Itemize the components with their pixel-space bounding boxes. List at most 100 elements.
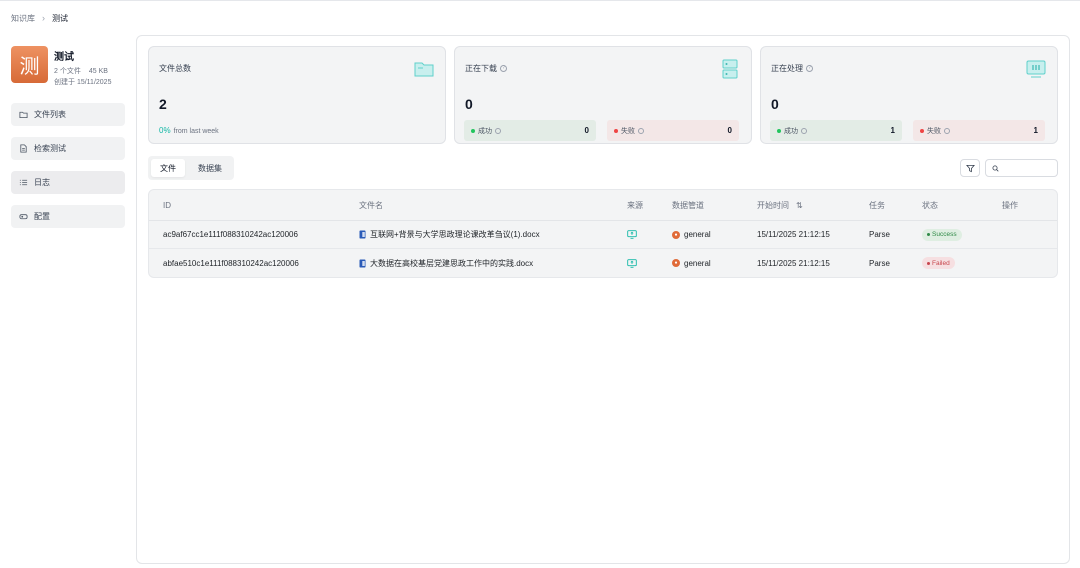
stat-title: 正在处理 xyxy=(771,64,803,73)
help-icon[interactable] xyxy=(495,127,501,134)
word-doc-icon xyxy=(359,230,366,239)
monitor-icon xyxy=(1026,60,1046,78)
success-count: 0 xyxy=(584,126,589,135)
sidebar-item-retrieval-test[interactable]: 检索测试 xyxy=(11,137,125,160)
sidebar-item-label: 日志 xyxy=(34,178,50,187)
top-divider xyxy=(0,0,1080,1)
help-icon[interactable]: ? xyxy=(806,65,813,72)
pipeline-icon: ● xyxy=(672,230,680,239)
success-count: 1 xyxy=(890,126,895,135)
sidebar-item-label: 检索测试 xyxy=(34,144,66,153)
tab-datasets[interactable]: 数据集 xyxy=(189,159,231,177)
row-file-name[interactable]: 互联网+背景与大学思政理论课改革刍议(1).docx xyxy=(359,229,627,240)
breadcrumb-knowledge-base[interactable]: 知识库 xyxy=(11,13,35,24)
help-icon[interactable]: ? xyxy=(500,65,507,72)
stat-card-processing: 正在处理? 0 成功 1 失败 1 xyxy=(760,46,1058,144)
sidebar-item-logs[interactable]: 日志 xyxy=(11,171,125,194)
row-start-time: 15/11/2025 21:12:15 xyxy=(757,230,830,239)
kb-created: 创建于 15/11/2025 xyxy=(54,79,112,86)
trend-text: from last week xyxy=(173,128,219,135)
row-id: abfae510c1e111f088310242ac120006 xyxy=(163,258,299,268)
sidebar-item-file-list[interactable]: 文件列表 xyxy=(11,103,125,126)
word-doc-icon xyxy=(359,259,366,267)
help-icon[interactable] xyxy=(801,127,807,134)
status-text: Failed xyxy=(932,259,950,267)
header-file-name: 文件名 xyxy=(359,200,383,210)
help-icon[interactable] xyxy=(944,127,950,134)
row-status: Success xyxy=(922,228,1002,241)
breadcrumb: 知识库 › 测试 xyxy=(11,12,68,24)
header-start-time[interactable]: 开始时间 ⇅ xyxy=(757,200,869,211)
header-source: 来源 xyxy=(627,200,643,210)
upload-monitor-icon xyxy=(627,258,637,268)
status-text: Success xyxy=(932,231,957,238)
sidebar: 测 测试 2 个文件 45 KB 创建于 15/11/2025 文件列表 检索测试… xyxy=(11,46,126,228)
sidebar-item-label: 文件列表 xyxy=(34,110,66,119)
failed-count: 0 xyxy=(727,126,732,135)
row-file-name[interactable]: 大数据在高校基层党建思政工作中的实践.docx xyxy=(359,258,627,269)
status-badge: Success xyxy=(922,228,962,241)
tab-files[interactable]: 文件 xyxy=(151,159,185,177)
kb-size: 45 KB xyxy=(88,68,108,75)
row-task: Parse xyxy=(869,258,890,268)
pipeline-icon: ● xyxy=(672,259,680,267)
table-row[interactable]: abfae510c1e111f088310242ac120006 大数据在高校基… xyxy=(149,249,1057,277)
upload-monitor-icon xyxy=(627,230,637,239)
filter-button[interactable] xyxy=(960,159,980,177)
search-icon xyxy=(992,165,999,172)
table-header: ID 文件名 来源 数据管道 开始时间 ⇅ 任务 状态 操作 xyxy=(149,190,1057,221)
header-action: 操作 xyxy=(1002,200,1018,210)
table-row[interactable]: ac9af67cc1e111f088310242ac120006 互联网+背景与… xyxy=(149,221,1057,249)
file-name-text: 互联网+背景与大学思政理论课改革刍议(1).docx xyxy=(370,230,540,239)
failed-summary: 失败 1 xyxy=(913,120,1045,141)
stat-title: 正在下载 xyxy=(465,64,497,73)
pipeline-name: general xyxy=(684,258,711,268)
header-id: ID xyxy=(163,200,171,210)
folder-icon xyxy=(414,62,434,77)
knowledge-base-card: 测 测试 2 个文件 45 KB 创建于 15/11/2025 xyxy=(11,46,126,86)
help-icon[interactable] xyxy=(638,127,644,134)
side-nav: 文件列表 检索测试 日志 配置 xyxy=(11,103,126,228)
pipeline-name: general xyxy=(684,230,711,239)
row-pipeline: ● general xyxy=(672,259,757,268)
filter-icon xyxy=(965,164,975,172)
logs-table: ID 文件名 来源 数据管道 开始时间 ⇅ 任务 状态 操作 ac9af67cc1… xyxy=(148,189,1058,278)
row-task: Parse xyxy=(869,230,890,239)
kb-file-count: 2 个文件 xyxy=(54,68,81,75)
sort-icon[interactable]: ⇅ xyxy=(796,201,803,210)
stat-card-total-files: 文件总数 2 0% from last week xyxy=(148,46,446,144)
kb-avatar: 测 xyxy=(11,46,48,83)
settings-icon xyxy=(19,214,28,220)
row-id: ac9af67cc1e111f088310242ac120006 xyxy=(163,230,298,239)
header-start-time-label: 开始时间 xyxy=(757,200,789,210)
row-source xyxy=(627,230,672,239)
success-summary: 成功 1 xyxy=(770,120,902,141)
success-label: 成功 xyxy=(784,127,798,135)
server-icon xyxy=(722,59,738,79)
main-panel: 文件总数 2 0% from last week 正在下载? 0 成功 0 失败 0 … xyxy=(136,35,1070,564)
sidebar-item-settings[interactable]: 配置 xyxy=(11,205,125,228)
trend-percent: 0% xyxy=(159,126,171,135)
failed-count: 1 xyxy=(1033,126,1038,135)
row-status: Failed xyxy=(922,257,1002,269)
search-input[interactable] xyxy=(1002,161,1057,175)
status-badge: Failed xyxy=(922,257,955,269)
row-start-time: 15/11/2025 21:12:15 xyxy=(757,258,830,268)
sidebar-item-label: 配置 xyxy=(34,212,50,221)
row-pipeline: ● general xyxy=(672,230,757,239)
list-icon xyxy=(19,179,28,186)
success-summary: 成功 0 xyxy=(464,120,596,141)
failed-label: 失败 xyxy=(621,127,635,135)
row-source xyxy=(627,258,672,268)
breadcrumb-current: 测试 xyxy=(52,13,68,23)
stat-title: 文件总数 xyxy=(159,64,191,73)
file-name-text: 大数据在高校基层党建思政工作中的实践.docx xyxy=(370,258,534,268)
stat-value: 0 xyxy=(771,96,779,112)
header-pipeline: 数据管道 xyxy=(672,200,704,210)
folder-icon xyxy=(19,111,28,119)
tab-bar: 文件 数据集 xyxy=(148,156,234,180)
chevron-right-icon: › xyxy=(42,13,45,23)
header-status: 状态 xyxy=(922,200,938,210)
document-search-icon xyxy=(20,144,27,153)
header-task: 任务 xyxy=(869,200,885,210)
